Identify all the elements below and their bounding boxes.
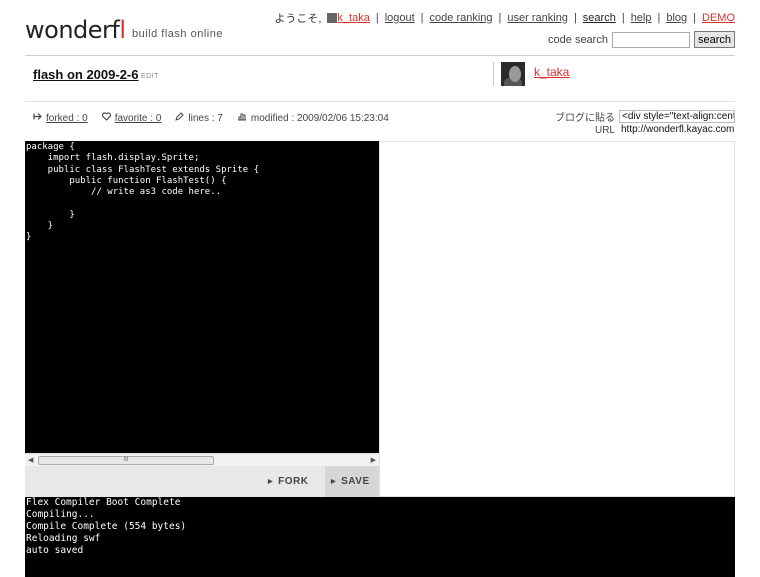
logo[interactable]: wonderfl — [25, 16, 126, 44]
logout-link[interactable]: logout — [385, 12, 415, 24]
triangle-right-icon: ▶ — [331, 479, 337, 485]
modified-item: modified : 2009/02/06 15:23:04 — [237, 112, 389, 124]
welcome-text: ようこそ, — [274, 13, 322, 25]
tagline: build flash online — [132, 28, 223, 40]
favorite-link[interactable]: favorite : 0 — [115, 113, 162, 124]
compiler-console: Flex Compiler Boot Complete Compiling...… — [25, 497, 735, 577]
nav-separator: | — [573, 12, 577, 24]
triangle-right-icon: ▶ — [268, 479, 274, 485]
swf-preview[interactable] — [379, 141, 735, 497]
nav-separator: | — [693, 12, 696, 24]
scroll-thumb[interactable]: III — [38, 456, 214, 465]
code-ranking-link[interactable]: code ranking — [430, 12, 493, 24]
fork-icon — [33, 112, 42, 124]
fork-label: FORK — [278, 476, 309, 487]
save-label: SAVE — [341, 476, 370, 487]
title-divider — [493, 62, 494, 86]
search-link[interactable]: search — [583, 12, 616, 24]
editor-button-bar: ▶ FORK ▶ SAVE — [25, 466, 379, 497]
editor-horizontal-scrollbar[interactable]: ◀ III ▶ — [25, 453, 379, 466]
save-button[interactable]: ▶ SAVE — [325, 466, 379, 497]
embed-panel: ブログに貼る <div style="text-align:cent URL h… — [555, 109, 735, 137]
logo-accent: l — [119, 16, 126, 44]
pencil-icon — [175, 112, 185, 124]
code-meta: forked : 0 favorite : 0 lines : 7 modifi… — [33, 112, 403, 124]
nav-separator: | — [375, 12, 379, 24]
heart-icon — [101, 112, 111, 124]
top-nav: ようこそ, k_taka | logout | code ranking | u… — [274, 10, 735, 26]
code-search-label: code search — [548, 33, 608, 46]
search-button[interactable]: search — [693, 31, 735, 48]
demo-link[interactable]: DEMO — [702, 12, 735, 24]
nav-separator: | — [657, 12, 661, 24]
logo-text: wonderf — [25, 16, 120, 44]
blog-link[interactable]: blog — [666, 12, 687, 24]
modified-date: modified : 2009/02/06 15:23:04 — [250, 112, 389, 124]
edit-link[interactable]: EDIT — [141, 73, 159, 80]
url-field[interactable]: http://wonderfl.kayac.com — [619, 124, 735, 137]
scroll-right-icon[interactable]: ▶ — [371, 456, 376, 464]
forked-item[interactable]: forked : 0 — [33, 112, 88, 124]
clock-icon — [237, 112, 247, 124]
author-link[interactable]: k_taka — [534, 65, 569, 79]
blog-embed-label: ブログに貼る — [555, 112, 615, 124]
blog-embed-field[interactable]: <div style="text-align:cent — [619, 109, 735, 123]
help-link[interactable]: help — [631, 12, 652, 24]
lines-item: lines : 7 — [175, 112, 223, 124]
nav-separator: | — [498, 12, 502, 24]
user-link[interactable]: k_taka — [337, 12, 369, 24]
url-label: URL — [594, 124, 615, 136]
author-avatar[interactable] — [501, 62, 525, 86]
header-divider — [25, 55, 735, 56]
code-title[interactable]: flash on 2009-2-6 — [33, 67, 139, 82]
favorite-item[interactable]: favorite : 0 — [101, 112, 162, 124]
forked-link[interactable]: forked : 0 — [46, 113, 88, 124]
nav-separator: | — [621, 12, 625, 24]
user-ranking-link[interactable]: user ranking — [507, 12, 568, 24]
lines-count: lines : 7 — [188, 112, 223, 124]
user-avatar-icon — [327, 13, 338, 23]
title-bottom-divider — [25, 101, 735, 102]
scroll-left-icon[interactable]: ◀ — [28, 456, 33, 464]
code-editor[interactable]: package { import flash.display.Sprite; p… — [25, 141, 379, 453]
code-search: code search search — [548, 31, 735, 48]
fork-button[interactable]: ▶ FORK — [262, 466, 325, 497]
code-search-input[interactable] — [611, 31, 690, 48]
nav-separator: | — [420, 12, 424, 24]
